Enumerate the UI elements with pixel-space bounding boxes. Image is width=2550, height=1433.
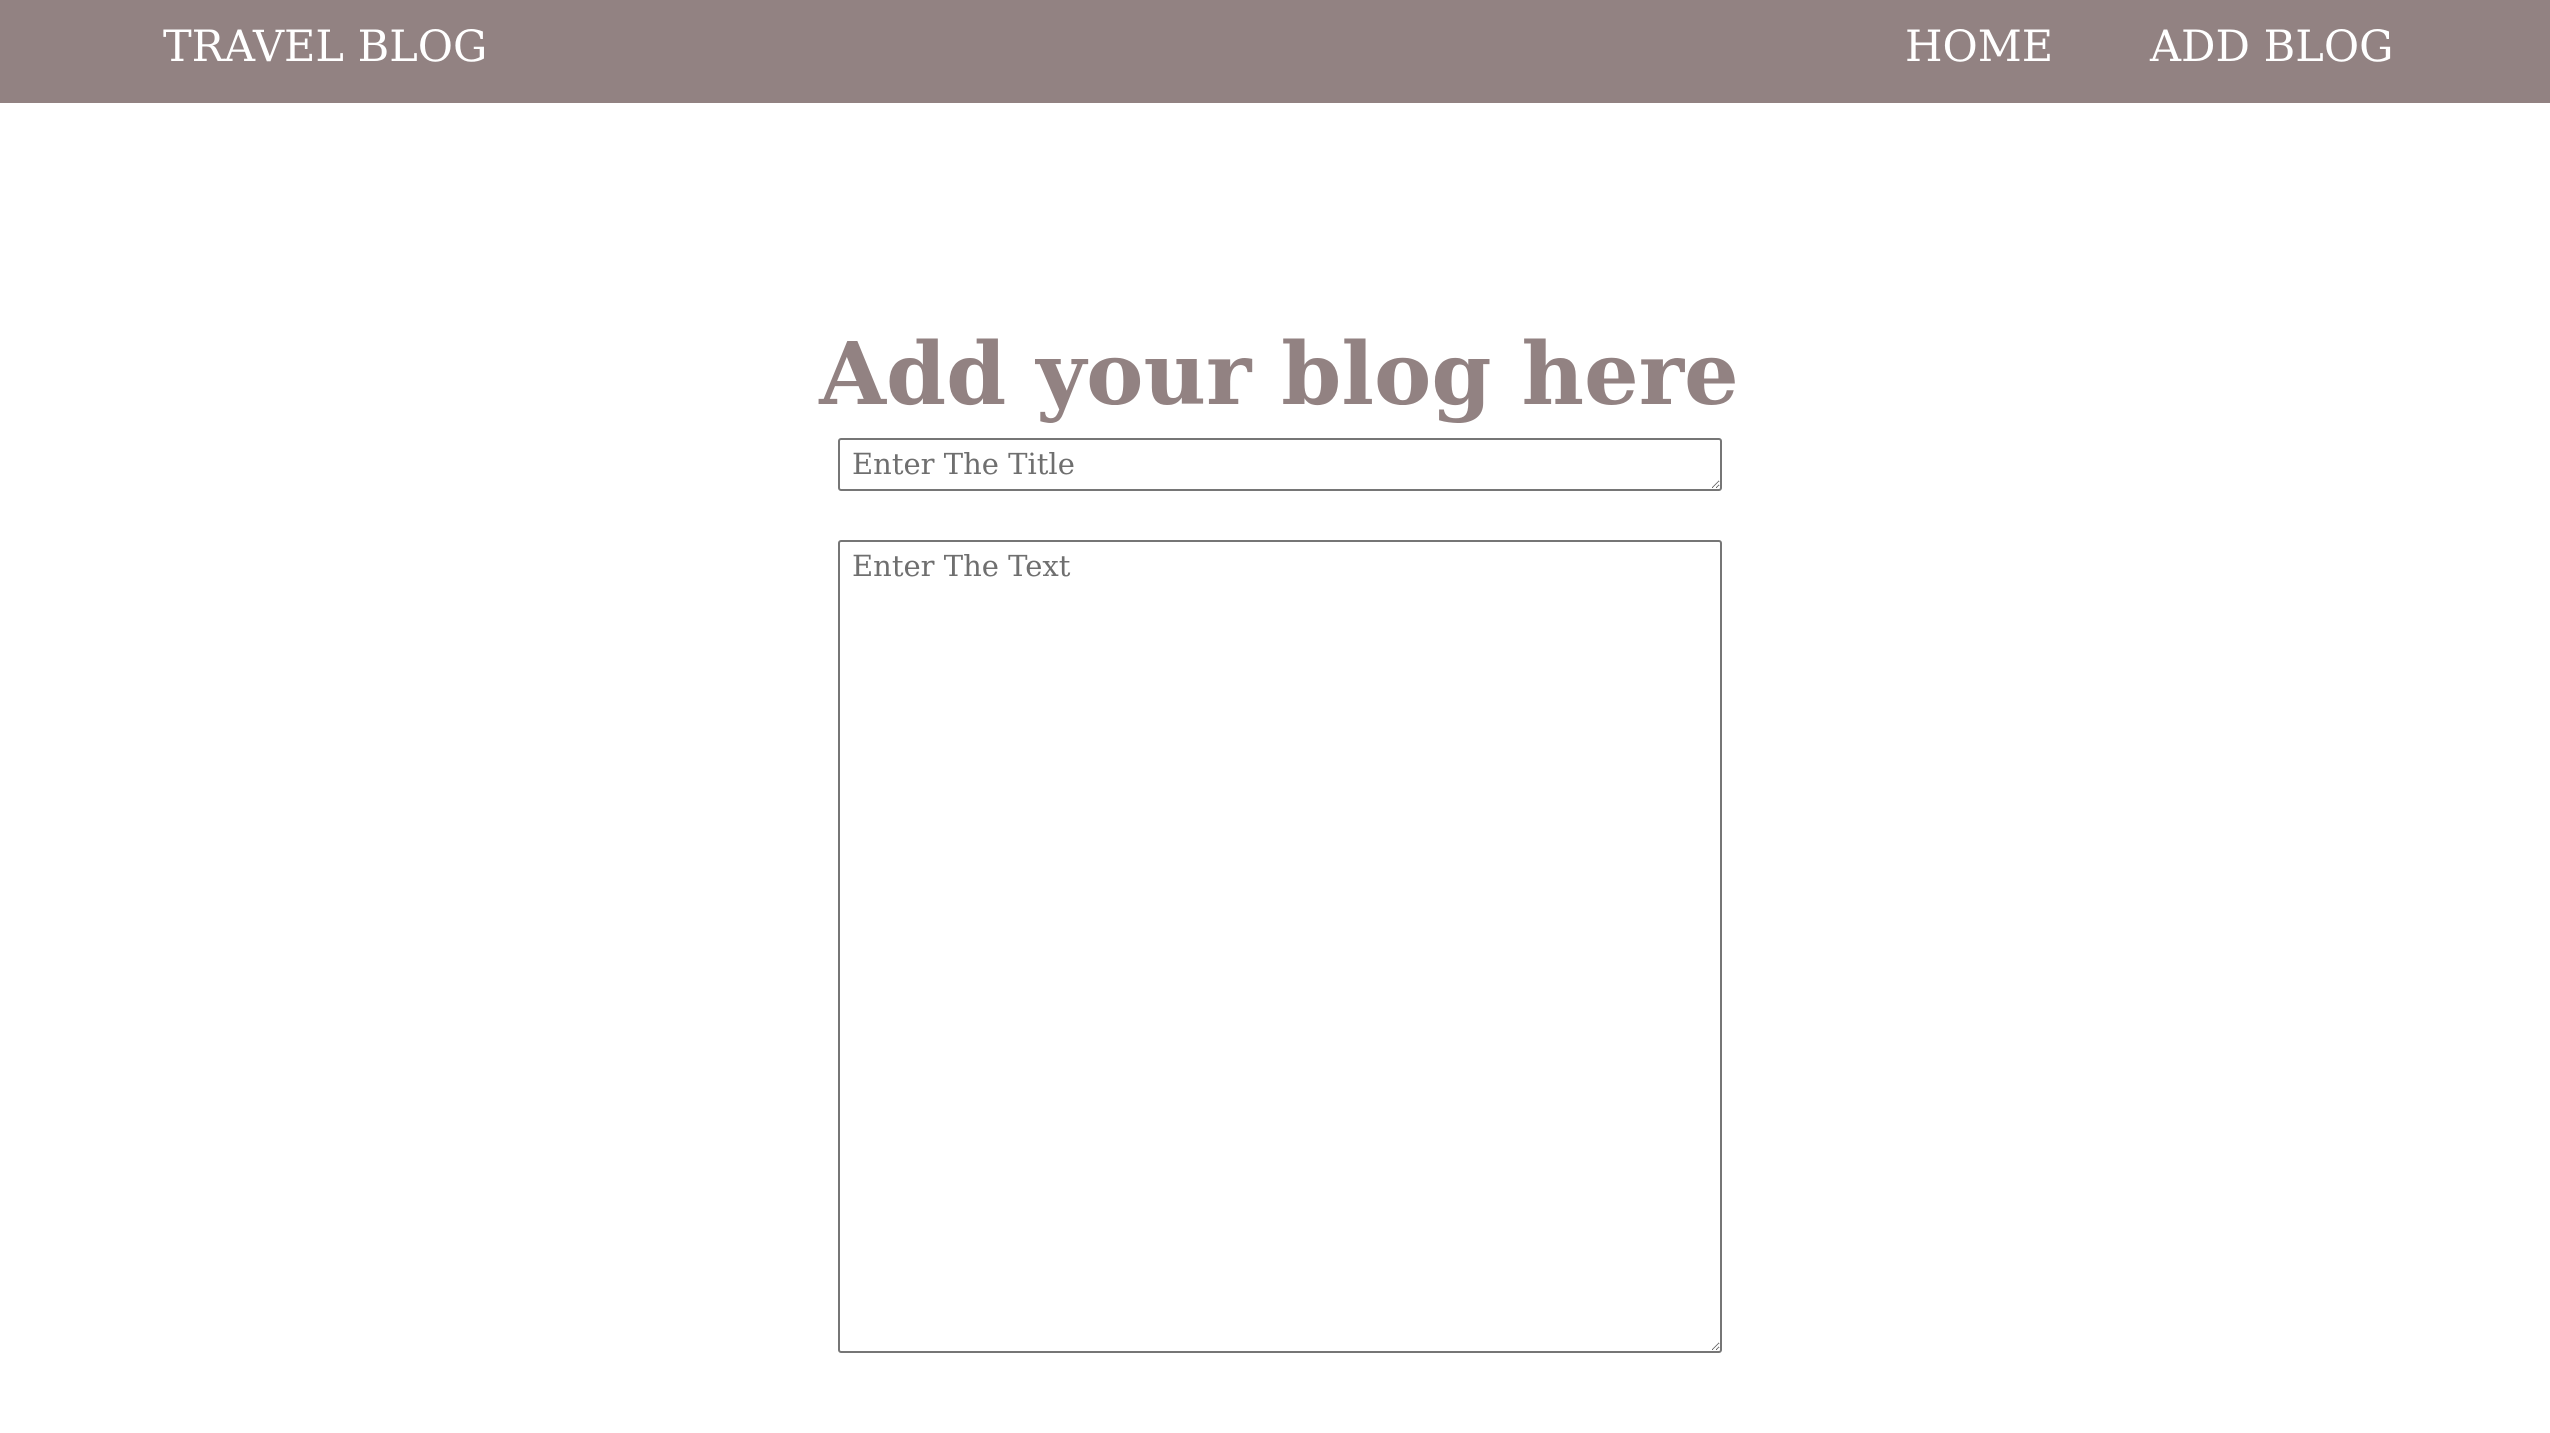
blog-text-input[interactable] [838, 540, 1722, 1353]
top-navbar: TRAVEL BLOG HOME ADD BLOG [0, 0, 2550, 103]
nav-add-blog-link[interactable]: ADD BLOG [2150, 18, 2393, 76]
nav-home-link[interactable]: HOME [1905, 18, 2053, 76]
blog-title-input[interactable] [838, 438, 1722, 491]
nav-links: HOME ADD BLOG [0, 18, 2550, 76]
page-heading: Add your blog here [819, 324, 1739, 425]
